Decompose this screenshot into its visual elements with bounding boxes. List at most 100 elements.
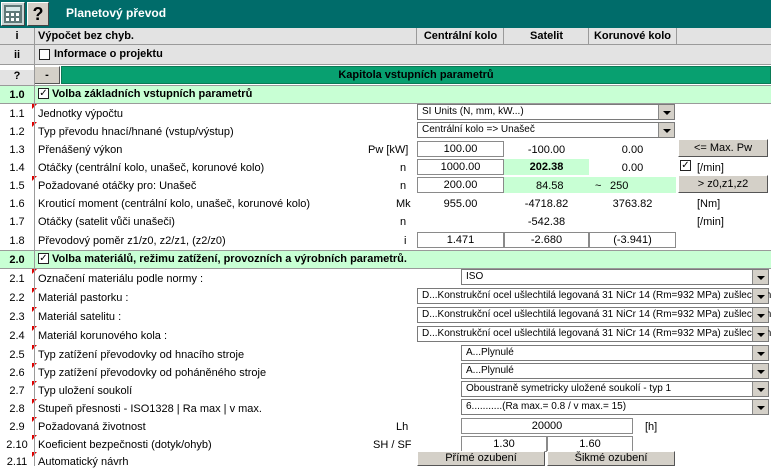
calculator-icon[interactable] (1, 2, 25, 26)
satellite-speed-symbol: n (400, 216, 407, 228)
row-index: ii (13, 49, 21, 61)
speed-symbol: n (400, 162, 407, 174)
lifetime-symbol: Lh (396, 421, 409, 433)
row-index: 2.11 (6, 456, 28, 468)
row-index: 1.3 (9, 144, 25, 156)
power-label: Přenášený výkon (38, 144, 123, 156)
required-speed-symbol: n (400, 180, 407, 192)
helical-gear-button[interactable]: Šikmé ozubení (547, 451, 675, 466)
grid-line (0, 250, 771, 251)
power-ring-value: 0.00 (621, 144, 644, 156)
torque-unit: [Nm] (697, 198, 721, 210)
help-button[interactable]: ? (27, 2, 49, 26)
grid-line (676, 28, 677, 44)
chevron-down-icon (658, 123, 674, 137)
project-info-label: Informace o projektu (54, 48, 163, 60)
torque-carrier-value: -4718.82 (524, 198, 569, 210)
material-standard-select[interactable]: ISO (461, 269, 769, 285)
safety-factor-symbol: SH / SF (373, 439, 412, 451)
ratio-z2-z1: -2.680 (504, 232, 589, 248)
grid-line (0, 64, 771, 65)
spur-gear-button[interactable]: Přímé ozubení (417, 451, 545, 466)
speed-ring-value: 0.00 (621, 162, 644, 174)
speed-range-separator: ~ (595, 180, 602, 192)
transmission-type-select[interactable]: Centrální kolo => Unašeč (417, 122, 675, 138)
row-index: 1.0 (9, 89, 25, 101)
ring-material-select[interactable]: D...Konstrukční ocel ušlechtilá legovaná… (417, 326, 771, 342)
row-index: 2.7 (9, 385, 25, 397)
row-index: 1.8 (9, 235, 25, 247)
satellite-material-select[interactable]: D...Konstrukční ocel ušlechtilá legovaná… (417, 307, 771, 323)
required-speed-label: Požadované otáčky pro: Unašeč (38, 180, 197, 192)
speed-central-input[interactable]: 1000.00 (417, 159, 504, 175)
torque-central-value: 955.00 (443, 198, 478, 210)
row-index: 2.8 (9, 403, 25, 415)
row-index: 1.4 (9, 162, 25, 174)
required-speed-input[interactable]: 200.00 (417, 177, 504, 193)
accuracy-select[interactable]: 6...........(Ra max.= 0.8 / v max.= 15) (461, 399, 769, 415)
satellite-speed-label: Otáčky (satelit vůči unašeči) (38, 216, 175, 228)
torque-ring-value: 3763.82 (612, 198, 653, 210)
material-standard-label: Označení materiálu podle normy : (38, 273, 204, 285)
project-info-checkbox[interactable] (39, 49, 50, 60)
chevron-down-icon (752, 382, 768, 396)
safety-contact-input[interactable]: 1.30 (461, 436, 547, 452)
row-index: 1.5 (9, 180, 25, 192)
speed-checkbox[interactable]: ✓ (680, 160, 691, 171)
satellite-speed-unit: [/min] (697, 216, 724, 228)
row-index: 1.6 (9, 198, 25, 210)
chevron-down-icon (658, 105, 674, 119)
grid-line (0, 44, 771, 45)
units-select[interactable]: SI Units (N, mm, kW...) (417, 104, 675, 120)
row-index: 1.2 (9, 126, 25, 138)
pinion-material-select[interactable]: D...Konstrukční ocel ušlechtilá legovaná… (417, 288, 771, 304)
power-symbol: Pw [kW] (368, 144, 409, 156)
torque-symbol: Mk (396, 198, 411, 210)
speed-range (504, 177, 676, 193)
section-1-title: Volba základních vstupních parametrů (52, 88, 253, 100)
row-index: 1.1 (9, 108, 25, 120)
speed-carrier-value: 202.38 (504, 159, 589, 175)
safety-bending-input[interactable]: 1.60 (547, 436, 633, 452)
row-index: 2.0 (9, 254, 25, 266)
power-central-input[interactable]: 100.00 (417, 141, 504, 157)
row-index: 2.5 (9, 349, 25, 361)
lifetime-label: Požadovaná životnost (38, 421, 146, 433)
max-power-button[interactable]: <= Max. Pw (678, 139, 768, 157)
power-carrier-value: -100.00 (527, 144, 566, 156)
grid-line (503, 28, 504, 44)
grid-line (0, 268, 771, 269)
safety-factor-label: Koeficient bezpečnosti (dotyk/ohyb) (38, 439, 212, 451)
grid-line (34, 28, 35, 466)
section-2-title: Volba materiálů, režimu zatížení, provoz… (52, 253, 407, 265)
section-1-checkbox[interactable]: ✓ (38, 88, 49, 99)
chevron-down-icon (752, 400, 768, 414)
row-index: 1.7 (9, 216, 25, 228)
row-index: 2.2 (9, 292, 25, 304)
chevron-down-icon (752, 308, 768, 322)
lifetime-input[interactable]: 20000 (461, 418, 633, 434)
teeth-design-button[interactable]: > z0,z1,z2 (678, 175, 768, 193)
ring-material-label: Materiál korunového kola : (38, 330, 168, 342)
row-index: 2.3 (9, 311, 25, 323)
driving-load-label: Typ zatížení převodovky od hnacího stroj… (38, 349, 245, 361)
speed-label: Otáčky (centrální kolo, unašeč, korunové… (38, 162, 265, 174)
grid-line (416, 28, 417, 44)
chevron-down-icon (752, 289, 768, 303)
units-label: Jednotky výpočtu (38, 108, 123, 120)
driven-load-select[interactable]: A...Plynulé (461, 363, 769, 379)
pinion-material-label: Materiál pastorku : (38, 292, 129, 304)
mounting-type-select[interactable]: Oboustraně symetricky uložené soukolí - … (461, 381, 769, 397)
speed-unit: [/min] (697, 162, 724, 174)
chevron-down-icon (752, 270, 768, 284)
satellite-material-label: Materiál satelitu : (38, 311, 122, 323)
section-2-checkbox[interactable]: ✓ (38, 253, 49, 264)
ratio-symbol: i (404, 235, 407, 247)
driving-load-select[interactable]: A...Plynulé (461, 345, 769, 361)
chapter-title: Kapitola vstupních parametrů (338, 69, 494, 81)
row-index: i (15, 30, 19, 42)
chevron-down-icon (752, 364, 768, 378)
collapse-button[interactable]: - (34, 66, 60, 84)
col-header-central: Centrální kolo (423, 30, 498, 42)
accuracy-label: Stupeň přesnosti - ISO1328 | Ra max | v … (38, 403, 262, 415)
